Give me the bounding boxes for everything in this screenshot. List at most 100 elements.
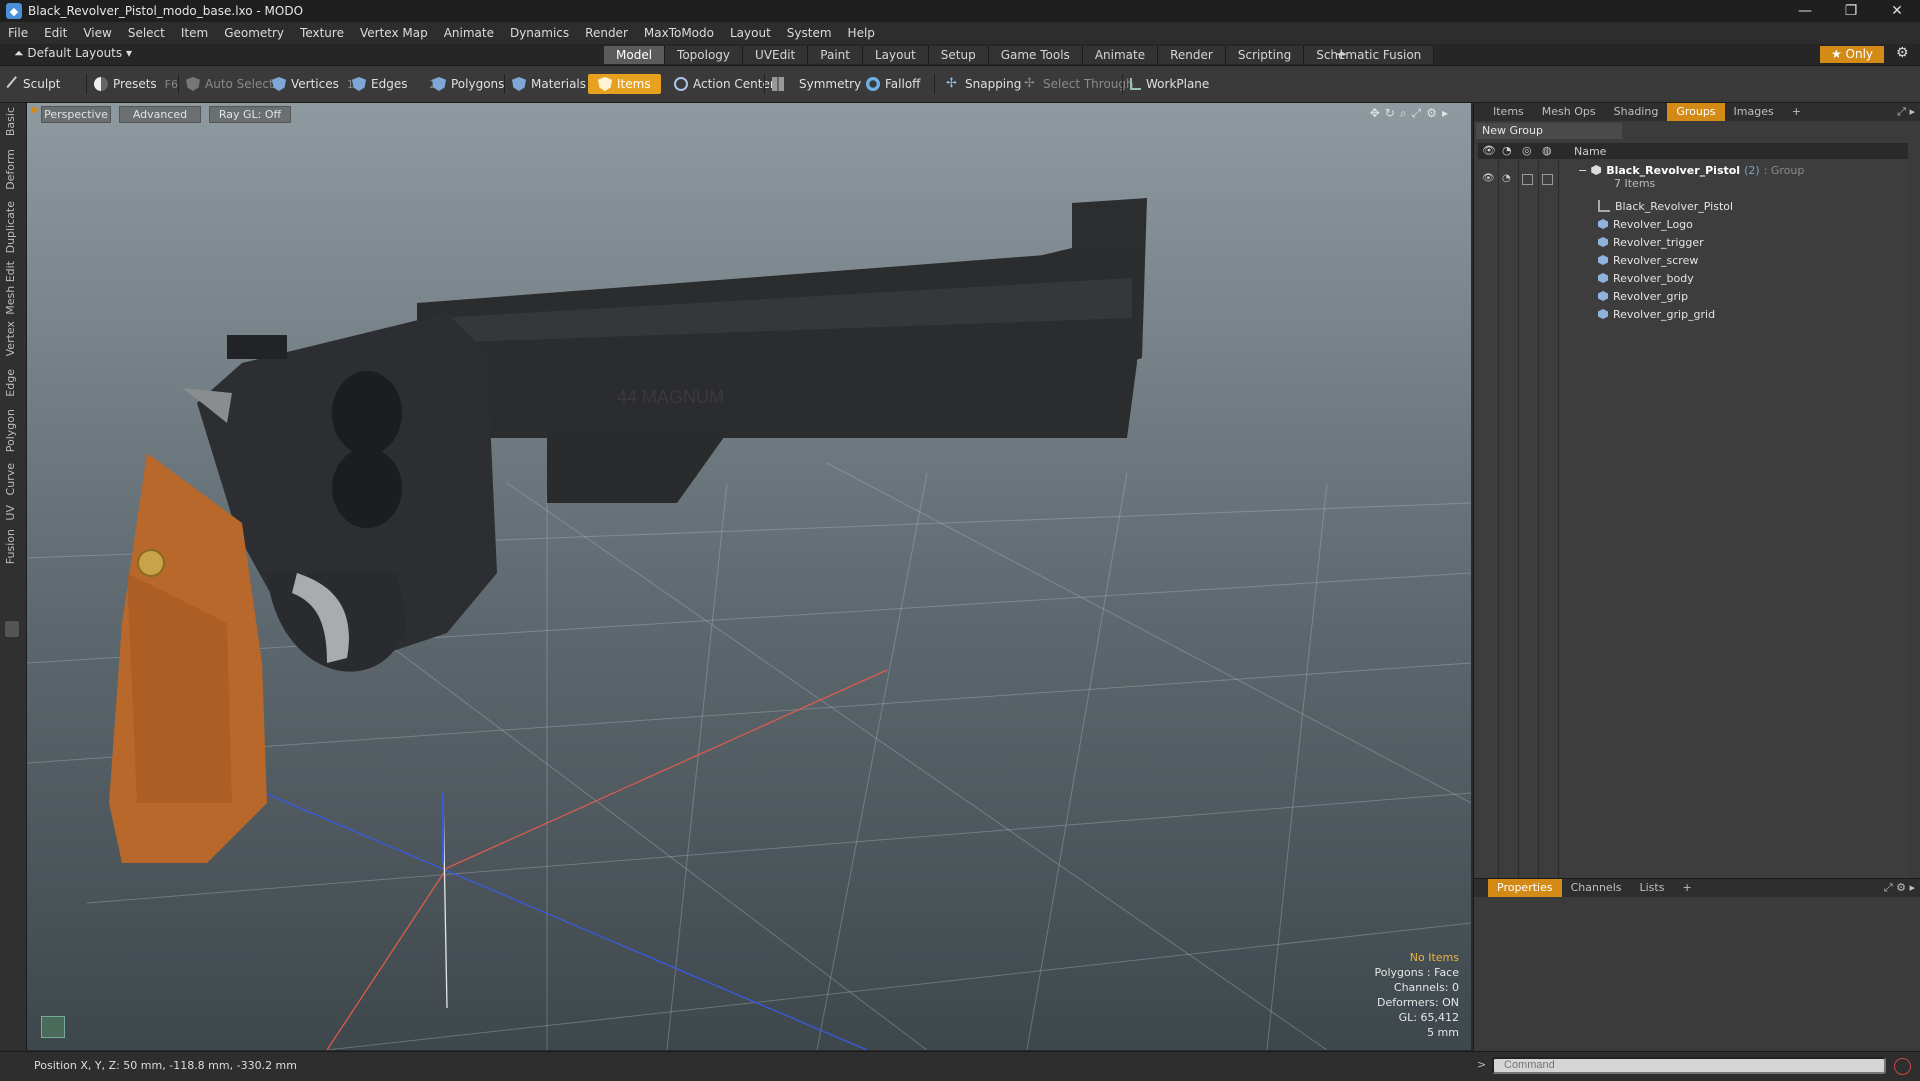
only-toggle-button[interactable]: ★ Only <box>1820 46 1884 63</box>
menu-help[interactable]: Help <box>840 26 883 40</box>
materials-button[interactable]: Materials <box>512 74 586 94</box>
menu-dynamics[interactable]: Dynamics <box>502 26 577 40</box>
snapping-button[interactable]: ✢ Snapping <box>946 74 1021 94</box>
group-lock-checkbox[interactable] <box>1522 174 1533 185</box>
left-tab-duplicate[interactable]: Duplicate <box>4 201 17 253</box>
menu-render[interactable]: Render <box>577 26 636 40</box>
zoom-icon[interactable]: ⌕ <box>1400 106 1412 120</box>
left-tab-edge[interactable]: Edge <box>4 369 17 397</box>
group-select-checkbox[interactable] <box>1542 174 1553 185</box>
tab-properties[interactable]: Properties <box>1488 879 1562 897</box>
tab-game-tools[interactable]: Game Tools <box>988 46 1083 64</box>
menu-select[interactable]: Select <box>120 26 173 40</box>
lock-column-icon[interactable]: ◎ <box>1522 144 1532 157</box>
ray-gl-button[interactable]: Ray GL: Off <box>209 106 291 123</box>
group-render-toggle[interactable]: ◔ <box>1502 173 1511 184</box>
menu-edit[interactable]: Edit <box>36 26 75 40</box>
command-history-icon[interactable]: > <box>1477 1058 1486 1071</box>
tab-groups[interactable]: Groups <box>1667 103 1725 121</box>
gear-icon[interactable]: ⚙ <box>1896 45 1909 61</box>
tool-tabs-toggle-button[interactable] <box>5 621 19 637</box>
add-panel-tab-button[interactable]: + <box>1783 103 1810 121</box>
vertices-button[interactable]: Vertices 1 <box>272 74 354 94</box>
auto-select-button[interactable]: Auto Select <box>186 74 274 94</box>
rotate-icon[interactable]: ↻ <box>1385 106 1400 120</box>
tab-render[interactable]: Render <box>1158 46 1226 64</box>
add-properties-tab-button[interactable]: + <box>1673 879 1700 897</box>
left-tab-fusion[interactable]: Fusion <box>4 529 17 564</box>
layout-selector[interactable]: ⏶ Default Layouts ▾ <box>14 46 132 61</box>
menu-geometry[interactable]: Geometry <box>216 26 292 40</box>
visibility-column-icon[interactable]: 👁 <box>1482 144 1496 157</box>
menu-animate[interactable]: Animate <box>436 26 502 40</box>
command-input[interactable] <box>1492 1057 1886 1074</box>
pan-icon[interactable]: ✥ <box>1370 106 1385 120</box>
tab-schematic-fusion[interactable]: Schematic Fusion <box>1304 46 1435 64</box>
left-tab-polygon[interactable]: Polygon <box>4 409 17 452</box>
menu-layout[interactable]: Layout <box>722 26 779 40</box>
viewport-menu-icon[interactable] <box>31 107 37 113</box>
close-button[interactable]: ✕ <box>1874 0 1920 22</box>
menu-item[interactable]: Item <box>173 26 216 40</box>
tab-mesh-ops[interactable]: Mesh Ops <box>1533 103 1605 121</box>
menu-texture[interactable]: Texture <box>292 26 352 40</box>
maximize-button[interactable]: ❐ <box>1828 0 1874 22</box>
tab-scripting[interactable]: Scripting <box>1225 46 1305 64</box>
left-tab-vertex[interactable]: Vertex <box>4 321 17 356</box>
polygons-button[interactable]: Polygons <box>432 74 504 94</box>
tab-images[interactable]: Images <box>1725 103 1783 121</box>
action-center-button[interactable]: Action Center <box>674 74 775 94</box>
left-tab-curve[interactable]: Curve <box>4 463 17 495</box>
tab-paint[interactable]: Paint <box>808 46 863 64</box>
list-item[interactable]: Revolver_screw <box>1598 251 1698 269</box>
left-tab-deform[interactable]: Deform <box>4 149 17 190</box>
list-item[interactable]: Revolver_Logo <box>1598 215 1693 233</box>
list-item[interactable]: Revolver_grip <box>1598 287 1688 305</box>
tab-shading[interactable]: Shading <box>1605 103 1668 121</box>
select-through-button[interactable]: ✢ Select Through <box>1024 74 1134 94</box>
tab-items[interactable]: Items <box>1484 103 1533 121</box>
list-item[interactable]: Black_Revolver_Pistol <box>1598 197 1733 215</box>
add-tab-button[interactable]: + <box>1335 45 1348 63</box>
tab-lists[interactable]: Lists <box>1631 879 1674 897</box>
workplane-button[interactable]: WorkPlane <box>1130 74 1209 94</box>
left-tab-uv[interactable]: UV <box>4 505 17 521</box>
new-group-button[interactable]: New Group <box>1476 123 1622 139</box>
group-visibility-toggle[interactable]: 👁 <box>1482 173 1495 184</box>
list-item[interactable]: Revolver_trigger <box>1598 233 1704 251</box>
list-item[interactable]: Revolver_grip_grid <box>1598 305 1715 323</box>
tab-animate[interactable]: Animate <box>1082 46 1159 64</box>
group-row[interactable]: − Black_Revolver_Pistol (2) : Group <box>1578 161 1804 179</box>
tab-topology[interactable]: Topology <box>665 46 744 64</box>
left-tab-mesh-edit[interactable]: Mesh Edit <box>4 261 17 315</box>
shading-mode-button[interactable]: Advanced <box>119 106 201 123</box>
left-tab-basic[interactable]: Basic <box>4 107 17 136</box>
menu-view[interactable]: View <box>75 26 119 40</box>
list-item[interactable]: Revolver_body <box>1598 269 1694 287</box>
tab-channels[interactable]: Channels <box>1562 879 1631 897</box>
orientation-gizmo[interactable] <box>39 1010 67 1038</box>
viewport-settings-icon[interactable]: ⚙ <box>1426 106 1442 120</box>
select-column-icon[interactable]: ◍ <box>1542 144 1552 157</box>
properties-expand-icon[interactable]: ⤢ ⚙ ▸ <box>1884 879 1915 897</box>
sculpt-button[interactable]: Sculpt <box>6 74 60 94</box>
viewport-expand-icon[interactable]: ▸ <box>1442 106 1453 120</box>
edges-button[interactable]: Edges 2 <box>352 74 436 94</box>
symmetry-button[interactable]: Symmetry <box>772 74 861 94</box>
tab-layout[interactable]: Layout <box>862 46 929 64</box>
tab-uvedit[interactable]: UVEdit <box>743 46 809 64</box>
items-button[interactable]: Items <box>588 74 661 94</box>
fit-icon[interactable]: ⤢ <box>1412 106 1427 120</box>
command-clear-icon[interactable] <box>1894 1058 1911 1075</box>
menu-vertex-map[interactable]: Vertex Map <box>352 26 436 40</box>
3d-viewport[interactable]: 44 MAGNUM Perspective Advanced Ray GL: O… <box>27 103 1471 1050</box>
name-column-header[interactable]: Name <box>1574 145 1606 158</box>
menu-system[interactable]: System <box>779 26 840 40</box>
tab-model[interactable]: Model <box>604 46 666 64</box>
panel-expand-icon[interactable]: ⤢ ▸ <box>1897 103 1915 121</box>
view-type-button[interactable]: Perspective <box>41 106 111 123</box>
falloff-button[interactable]: Falloff <box>866 74 920 94</box>
tab-setup[interactable]: Setup <box>928 46 989 64</box>
expand-chevron-icon[interactable]: − <box>1578 164 1587 177</box>
minimize-button[interactable]: — <box>1782 0 1828 22</box>
